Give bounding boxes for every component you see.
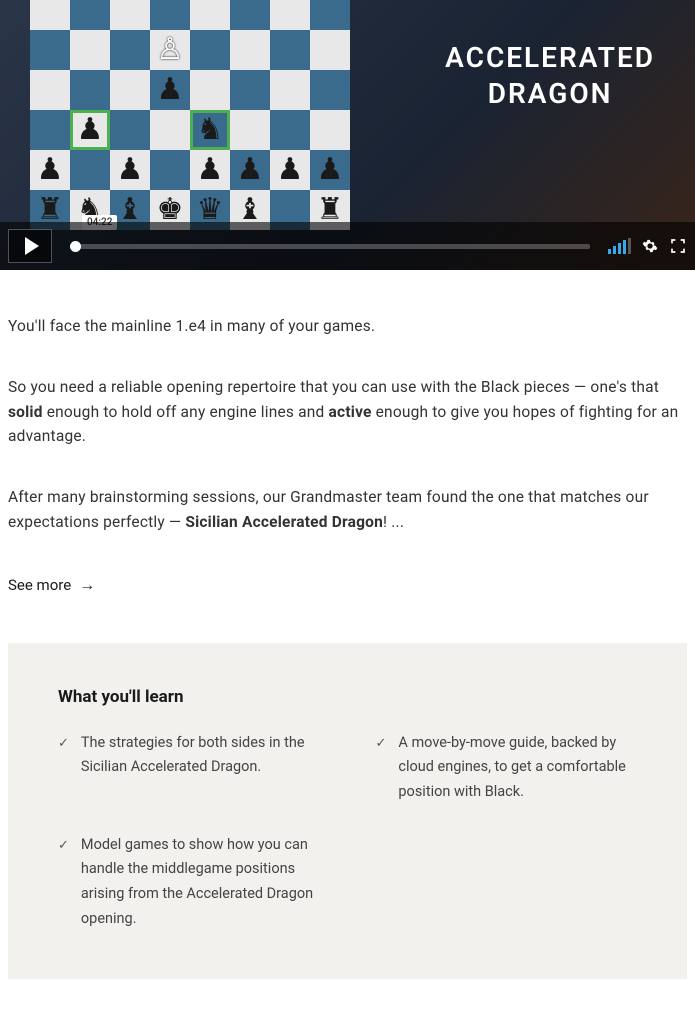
see-more-link[interactable]: See more → bbox=[8, 575, 95, 595]
play-button[interactable] bbox=[8, 229, 52, 263]
paragraph-3: After many brainstorming sessions, our G… bbox=[8, 485, 687, 535]
video-controls bbox=[0, 222, 695, 270]
checkmark-icon: ✓ bbox=[58, 733, 69, 805]
progress-knob[interactable] bbox=[70, 241, 81, 252]
see-more-label: See more bbox=[8, 576, 71, 594]
learn-item-text: The strategies for both sides in the Sic… bbox=[81, 731, 320, 805]
checkmark-icon: ✓ bbox=[376, 733, 387, 805]
content-area: You'll face the mainline 1.e4 in many of… bbox=[0, 270, 695, 1009]
learn-item: ✓ The strategies for both sides in the S… bbox=[58, 731, 320, 805]
learn-item: ✓ Model games to show how you can handle… bbox=[58, 833, 320, 932]
paragraph-2: So you need a reliable opening repertoir… bbox=[8, 375, 687, 449]
video-title-overlay: ACCELERATED DRAGON bbox=[445, 40, 655, 113]
video-player[interactable]: ♙ ♟ ♟♞ ♟♟♟♟♟♟ ♜♞♝♚♛♝♜ ACCELERATED DRAGON… bbox=[0, 0, 695, 270]
learn-heading: What you'll learn bbox=[58, 687, 637, 707]
video-title-line2: DRAGON bbox=[488, 77, 613, 110]
learn-item-text: Model games to show how you can handle t… bbox=[81, 833, 320, 932]
learn-item-text: A move-by-move guide, backed by cloud en… bbox=[398, 731, 637, 805]
learn-grid: ✓ The strategies for both sides in the S… bbox=[58, 731, 637, 931]
progress-bar[interactable] bbox=[70, 244, 590, 249]
arrow-right-icon: → bbox=[79, 575, 95, 595]
checkmark-icon: ✓ bbox=[58, 835, 69, 932]
fullscreen-icon[interactable] bbox=[669, 237, 687, 255]
chessboard-image: ♙ ♟ ♟♞ ♟♟♟♟♟♟ ♜♞♝♚♛♝♜ bbox=[30, 0, 350, 230]
paragraph-1: You'll face the mainline 1.e4 in many of… bbox=[8, 314, 687, 339]
learn-item: ✓ A move-by-move guide, backed by cloud … bbox=[376, 731, 638, 805]
video-title-line1: ACCELERATED bbox=[445, 41, 655, 74]
play-icon bbox=[25, 237, 39, 255]
volume-control[interactable] bbox=[608, 238, 631, 254]
what-youll-learn-box: What you'll learn ✓ The strategies for b… bbox=[8, 643, 687, 979]
settings-icon[interactable] bbox=[641, 237, 659, 255]
